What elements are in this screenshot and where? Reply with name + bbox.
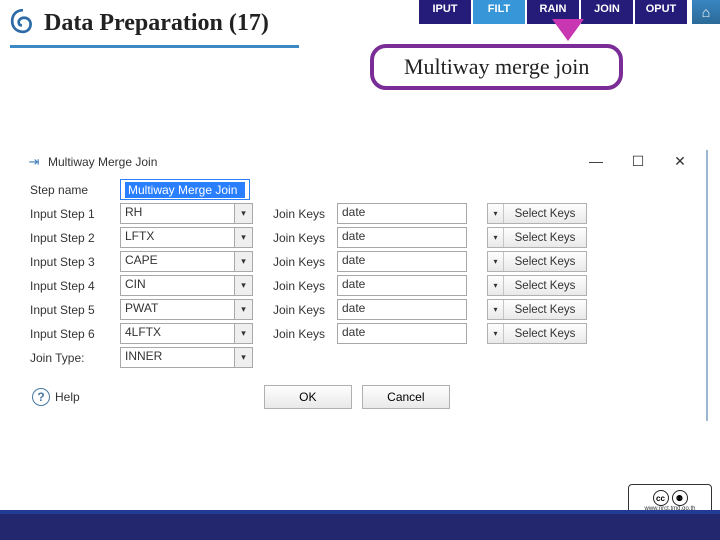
select-keys-button[interactable]: ▾Select Keys <box>487 323 587 344</box>
join-keys-label: Join Keys <box>273 327 337 341</box>
page-title: Data Preparation (17) <box>44 10 269 37</box>
chevron-down-icon: ▾ <box>488 252 504 271</box>
join-key-field[interactable]: date <box>337 203 467 224</box>
callout-box: Multiway merge join <box>370 44 623 90</box>
tab-iput[interactable]: IPUT <box>419 0 471 24</box>
chevron-down-icon[interactable]: ▾ <box>235 323 253 344</box>
input-step-select[interactable]: RH <box>120 203 235 224</box>
chevron-down-icon[interactable]: ▾ <box>235 299 253 320</box>
join-keys-label: Join Keys <box>273 207 337 221</box>
by-icon: ⚉ <box>672 490 688 506</box>
step-name-row: Step name Multiway Merge Join <box>30 179 696 200</box>
chevron-down-icon[interactable]: ▾ <box>235 227 253 248</box>
step-name-input[interactable]: Multiway Merge Join <box>120 179 250 200</box>
join-keys-label: Join Keys <box>273 255 337 269</box>
chevron-down-icon: ▾ <box>488 228 504 247</box>
select-keys-button[interactable]: ▾Select Keys <box>487 203 587 224</box>
chevron-down-icon: ▾ <box>488 324 504 343</box>
input-step-select[interactable]: CAPE <box>120 251 235 272</box>
home-button[interactable]: ⌂ <box>692 0 720 24</box>
footer-bar <box>0 510 720 540</box>
tab-oput[interactable]: OPUT <box>635 0 687 24</box>
input-step-select[interactable]: CIN <box>120 275 235 296</box>
join-key-field[interactable]: date <box>337 227 467 248</box>
input-row-3: Input Step 3 CAPE▾ Join Keys date ▾Selec… <box>30 251 696 272</box>
input-label: Input Step 2 <box>30 231 120 245</box>
chevron-down-icon[interactable]: ▾ <box>235 251 253 272</box>
help-button[interactable]: ? Help <box>32 388 80 406</box>
dialog-title: Multiway Merge Join <box>48 155 157 169</box>
join-type-label: Join Type: <box>30 351 120 365</box>
join-key-field[interactable]: date <box>337 251 467 272</box>
help-icon: ? <box>32 388 50 406</box>
input-row-2: Input Step 2 LFTX▾ Join Keys date ▾Selec… <box>30 227 696 248</box>
input-step-select[interactable]: 4LFTX <box>120 323 235 344</box>
select-keys-button[interactable]: ▾Select Keys <box>487 251 587 272</box>
chevron-down-icon[interactable]: ▾ <box>235 347 253 368</box>
input-row-4: Input Step 4 CIN▾ Join Keys date ▾Select… <box>30 275 696 296</box>
select-keys-button[interactable]: ▾Select Keys <box>487 227 587 248</box>
merge-icon: ⇥ <box>26 154 42 170</box>
pointer-arrow-icon <box>552 19 584 41</box>
input-step-select[interactable]: LFTX <box>120 227 235 248</box>
input-step-select[interactable]: PWAT <box>120 299 235 320</box>
join-key-field[interactable]: date <box>337 323 467 344</box>
join-key-field[interactable]: date <box>337 299 467 320</box>
chevron-down-icon: ▾ <box>488 204 504 223</box>
input-row-1: Input Step 1 RH▾ Join Keys date ▾Select … <box>30 203 696 224</box>
join-key-field[interactable]: date <box>337 275 467 296</box>
input-label: Input Step 4 <box>30 279 120 293</box>
swirl-icon <box>10 8 36 39</box>
home-icon: ⌂ <box>702 4 710 20</box>
join-type-select[interactable]: INNER <box>120 347 235 368</box>
join-keys-label: Join Keys <box>273 279 337 293</box>
join-keys-label: Join Keys <box>273 303 337 317</box>
dialog-footer: ? Help OK Cancel <box>20 375 706 421</box>
dialog-body: Step name Multiway Merge Join Input Step… <box>20 173 706 375</box>
tab-join[interactable]: JOIN <box>581 0 633 24</box>
close-button[interactable]: ✕ <box>672 153 688 170</box>
chevron-down-icon[interactable]: ▾ <box>235 275 253 296</box>
select-keys-button[interactable]: ▾Select Keys <box>487 275 587 296</box>
input-label: Input Step 3 <box>30 255 120 269</box>
chevron-down-icon[interactable]: ▾ <box>235 203 253 224</box>
input-label: Input Step 6 <box>30 327 120 341</box>
input-label: Input Step 5 <box>30 303 120 317</box>
input-row-5: Input Step 5 PWAT▾ Join Keys date ▾Selec… <box>30 299 696 320</box>
select-keys-button[interactable]: ▾Select Keys <box>487 299 587 320</box>
callout-text: Multiway merge join <box>404 54 589 79</box>
ok-button[interactable]: OK <box>264 385 352 409</box>
page-header: Data Preparation (17) <box>10 8 299 48</box>
chevron-down-icon: ▾ <box>488 300 504 319</box>
dialog-titlebar: ⇥ Multiway Merge Join — ☐ ✕ <box>20 150 706 173</box>
input-row-6: Input Step 6 4LFTX▾ Join Keys date ▾Sele… <box>30 323 696 344</box>
minimize-button[interactable]: — <box>588 153 604 170</box>
maximize-button[interactable]: ☐ <box>630 153 646 170</box>
merge-join-dialog: ⇥ Multiway Merge Join — ☐ ✕ Step name Mu… <box>20 150 708 421</box>
step-name-label: Step name <box>30 183 120 197</box>
join-keys-label: Join Keys <box>273 231 337 245</box>
chevron-down-icon: ▾ <box>488 276 504 295</box>
input-label: Input Step 1 <box>30 207 120 221</box>
join-type-row: Join Type: INNER▾ <box>30 347 696 368</box>
cc-icon: cc <box>653 490 669 506</box>
cancel-button[interactable]: Cancel <box>362 385 450 409</box>
tab-filt[interactable]: FILT <box>473 0 525 24</box>
